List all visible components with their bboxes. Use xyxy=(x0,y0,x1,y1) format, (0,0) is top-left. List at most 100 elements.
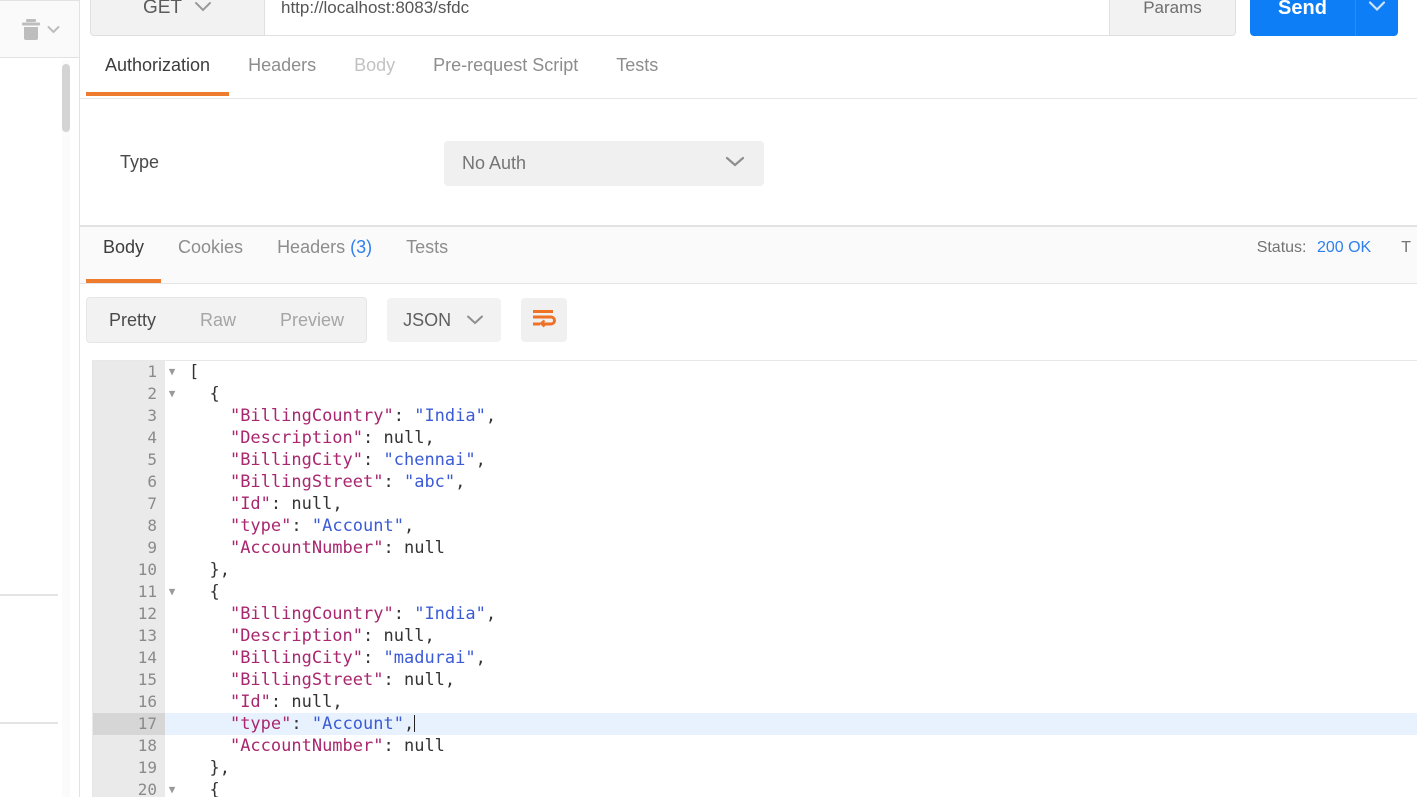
code-line[interactable]: 16 "Id": null, xyxy=(93,691,1417,713)
line-number: 10 xyxy=(93,559,165,581)
response-tab-cookies[interactable]: Cookies xyxy=(161,227,260,283)
chevron-down-icon xyxy=(465,310,485,331)
line-number: 14 xyxy=(93,647,165,669)
code-line[interactable]: 17 "type": "Account", xyxy=(93,713,1417,735)
fold-toggle-icon[interactable]: ▼ xyxy=(165,361,179,383)
token-punct: : xyxy=(363,450,384,470)
send-group: Send xyxy=(1250,0,1398,36)
code-line[interactable]: 14 "BillingCity": "madurai", xyxy=(93,647,1417,669)
tab-tests[interactable]: Tests xyxy=(597,52,677,96)
token-punct: , xyxy=(485,604,497,624)
response-tab-body[interactable]: Body xyxy=(86,227,162,283)
token-punct: , xyxy=(444,670,456,690)
fold-toggle-icon[interactable]: ▼ xyxy=(165,581,179,603)
tab-pre-request-script[interactable]: Pre-request Script xyxy=(414,52,597,96)
token-punct: : xyxy=(383,472,404,492)
token-key: "BillingCountry" xyxy=(229,604,394,624)
code-text: "type": "Account", xyxy=(165,713,416,735)
code-line[interactable]: 11 ▼ { xyxy=(93,581,1417,603)
response-tabs: Body Cookies Headers (3) Tests Status: 2… xyxy=(80,227,1417,284)
code-text: "BillingStreet": null, xyxy=(165,669,455,691)
line-number: 2 ▼ xyxy=(93,383,175,405)
fold-toggle-icon[interactable]: ▼ xyxy=(165,779,179,797)
token-str: "Account" xyxy=(311,714,404,734)
view-mode-pretty[interactable]: Pretty xyxy=(87,298,178,342)
send-options-button[interactable] xyxy=(1355,0,1398,36)
code-line[interactable]: 5 "BillingCity": "chennai", xyxy=(93,449,1417,471)
code-text: "BillingStreet": "abc", xyxy=(165,471,465,493)
token-str: "India" xyxy=(414,604,486,624)
line-number: 16 xyxy=(93,691,165,713)
word-wrap-button[interactable] xyxy=(521,298,568,342)
code-line[interactable]: 19 }, xyxy=(93,757,1417,779)
response-body-editor[interactable]: 1 ▼[2 ▼ {3 "BillingCountry": "India", 4 "De… xyxy=(92,360,1417,797)
chevron-down-icon xyxy=(194,0,212,17)
params-button[interactable]: Params xyxy=(1110,0,1236,36)
token-key: "AccountNumber" xyxy=(229,736,384,756)
code-line[interactable]: 2 ▼ { xyxy=(93,383,1417,405)
token-str: "India" xyxy=(414,406,486,426)
code-line[interactable]: 12 "BillingCountry": "India", xyxy=(93,603,1417,625)
token-punct: , xyxy=(332,494,343,514)
response-tab-headers[interactable]: Headers (3) xyxy=(260,227,389,283)
token-punct: : xyxy=(363,626,384,646)
view-mode-preview[interactable]: Preview xyxy=(258,298,366,342)
auth-type-select[interactable]: No Auth xyxy=(444,141,764,186)
url-input[interactable]: http://localhost:8083/sfdc xyxy=(265,0,1110,36)
tab-authorization[interactable]: Authorization xyxy=(86,52,230,96)
sidebar-toolbar xyxy=(0,0,79,58)
token-null: null xyxy=(383,428,425,448)
token-key: "type" xyxy=(229,516,292,536)
token-null: null xyxy=(291,494,333,514)
code-line[interactable]: 3 "BillingCountry": "India", xyxy=(93,405,1417,427)
sidebar-scrollbar-thumb[interactable] xyxy=(62,64,70,132)
code-line[interactable]: 9 "AccountNumber": null xyxy=(93,537,1417,559)
code-text: "Id": null, xyxy=(165,493,343,515)
code-line[interactable]: 15 "BillingStreet": null, xyxy=(93,669,1417,691)
code-text: "AccountNumber": null xyxy=(165,735,445,757)
response-tab-tests[interactable]: Tests xyxy=(389,227,465,283)
code-text: }, xyxy=(165,559,229,581)
token-str: "abc" xyxy=(403,472,456,492)
token-punct: : xyxy=(393,406,415,426)
status-label: Status: xyxy=(1256,239,1307,256)
code-line[interactable]: 18 "AccountNumber": null xyxy=(93,735,1417,757)
token-punct: : xyxy=(291,516,312,536)
method-label: GET xyxy=(142,0,183,18)
token-key: "Id" xyxy=(229,692,271,712)
trash-icon xyxy=(20,17,42,41)
code-line[interactable]: 8 "type": "Account", xyxy=(93,515,1417,537)
token-null: null xyxy=(403,670,445,690)
time-label: T xyxy=(1401,239,1411,256)
token-null: null xyxy=(403,538,445,558)
chevron-down-icon xyxy=(1367,0,1387,17)
code-line[interactable]: 10 }, xyxy=(93,559,1417,581)
delete-button[interactable] xyxy=(20,17,60,41)
token-punct: : xyxy=(270,494,292,514)
token-punct: : xyxy=(363,648,384,668)
response-format-select[interactable]: JSON xyxy=(387,298,502,342)
token-null: null xyxy=(291,692,333,712)
sidebar-scrollbar-track[interactable] xyxy=(62,60,70,797)
line-number: 9 xyxy=(93,537,165,559)
tab-body[interactable]: Body xyxy=(335,52,414,96)
token-key: "Description" xyxy=(229,428,364,448)
token-punct: : xyxy=(383,736,404,756)
send-button[interactable]: Send xyxy=(1250,0,1355,36)
token-punct: , xyxy=(403,714,415,734)
fold-toggle-icon[interactable]: ▼ xyxy=(165,383,179,405)
code-line[interactable]: 4 "Description": null, xyxy=(93,427,1417,449)
tab-headers[interactable]: Headers xyxy=(229,52,335,96)
code-line[interactable]: 6 "BillingStreet": "abc", xyxy=(93,471,1417,493)
line-number: 18 xyxy=(93,735,165,757)
view-mode-raw[interactable]: Raw xyxy=(178,298,258,342)
code-line[interactable]: 7 "Id": null, xyxy=(93,493,1417,515)
code-line[interactable]: 1 ▼ [ xyxy=(93,361,1417,383)
token-punct: : xyxy=(383,670,404,690)
code-line[interactable]: 20 ▼ { xyxy=(93,779,1417,797)
token-key: "BillingCity" xyxy=(229,648,364,668)
code-text: "BillingCity": "chennai", xyxy=(165,449,486,471)
code-line[interactable]: 13 "Description": null, xyxy=(93,625,1417,647)
token-key: "Id" xyxy=(229,494,271,514)
method-selector[interactable]: GET xyxy=(90,0,265,36)
